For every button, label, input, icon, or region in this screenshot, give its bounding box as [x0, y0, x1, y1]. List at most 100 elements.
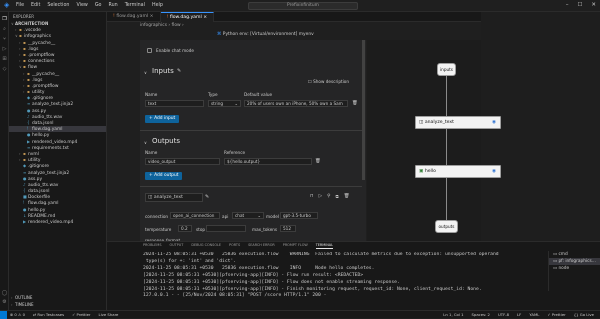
status-item[interactable]: ⊗ 0 ⚠ 0 [10, 311, 25, 318]
status-item[interactable]: ⇄ Run Testcases [33, 311, 64, 318]
api-select[interactable]: chat ⌄ [232, 212, 264, 219]
add-output-button[interactable]: + Add output [145, 172, 183, 180]
terminal-output[interactable]: 2024-11-25 08:05:31 +0530 25836 executio… [143, 252, 548, 310]
terminal-name: pf: infographics... [558, 259, 596, 264]
node-name-field[interactable]: ◫ analyze_text [145, 193, 203, 202]
graph-node-analyze-text[interactable]: ◫ analyze_text ◉ [415, 116, 501, 129]
terminal-instance[interactable]: ▭ cmd [549, 251, 600, 258]
panel-tab-search-error[interactable]: SEARCH ERROR [248, 242, 275, 249]
status-item[interactable]: Live Share [98, 311, 118, 318]
flow-graph-canvas[interactable]: inputs ◫ analyze_text ◉ ▣ hello ◉ outputs [367, 40, 501, 241]
terminal-instance[interactable]: ▭ pf: infographics... [549, 258, 600, 265]
command-center-search[interactable]: Prefixinfinitum [248, 2, 358, 10]
inputs-collapse-icon[interactable]: ∨ [144, 70, 147, 75]
panel-tab-prompt-flow[interactable]: PROMPT FLOW [283, 242, 308, 249]
timeline-section[interactable]: › TIMELINE [9, 302, 106, 308]
form-scrollbar[interactable] [362, 40, 365, 180]
menu-item-edit[interactable]: Edit [31, 3, 40, 8]
api-value: chat [235, 213, 245, 218]
prompt-flow-icon[interactable]: ◇ [0, 66, 9, 72]
status-item[interactable]: UTF-8 [498, 311, 509, 318]
output-name-field[interactable]: video_output [145, 158, 220, 165]
delete-output-icon[interactable]: 🗑 [315, 159, 321, 164]
breadcrumb: infographics › flow › [140, 23, 184, 28]
model-field[interactable]: gpt-3.5-turbo [280, 212, 318, 219]
status-item[interactable]: ✓ Prettier [72, 311, 90, 318]
status-right: Ln 1, Col 1 Spaces: 2 UTF-8 LF YAML ✓ Prettie… [443, 311, 594, 318]
status-item[interactable]: Spaces: 2 [472, 311, 490, 318]
tree-item-label: __pycache__ [32, 71, 60, 77]
tree-item-label: ass.py [32, 108, 47, 114]
menu-item-selection[interactable]: Selection [47, 3, 69, 8]
run-node-icon[interactable]: ▷ [319, 194, 323, 200]
tree-item-label: infographics [24, 34, 52, 40]
status-item[interactable]: {} Go Live [574, 311, 594, 318]
panel-tab-terminal[interactable]: TERMINAL [315, 242, 333, 249]
explorer-icon[interactable]: ❐ [0, 16, 9, 22]
input-default-field[interactable]: 20% of users own an iPhone, 50% own a Sa… [244, 100, 348, 107]
menu-item-view[interactable]: View [76, 3, 87, 8]
extensions-icon[interactable]: ⊞ [0, 56, 9, 62]
inputs-title: Inputs [152, 67, 174, 75]
tab-label: flow.dag.yaml [116, 14, 149, 19]
editor-tab[interactable]: ! flow.dag.yaml × [107, 12, 161, 22]
menu-item-run[interactable]: Run [108, 3, 117, 8]
temperature-label: temperature [145, 227, 172, 232]
graph-node-inputs[interactable]: inputs [437, 63, 456, 76]
input-name-field[interactable]: text [145, 100, 204, 107]
copy-node-icon[interactable]: ⧉ [336, 194, 339, 200]
debug-node-icon[interactable]: ⚲ [327, 194, 330, 200]
menu-item-help[interactable]: Help [152, 3, 163, 8]
close-icon[interactable]: ✕ [591, 2, 596, 8]
outline-section[interactable]: › OUTLINE [9, 295, 106, 301]
hello-node-label: hello [424, 169, 436, 174]
delete-node-icon[interactable]: 🗑 [344, 194, 350, 200]
show-description-toggle[interactable]: ☐ Show description [308, 79, 349, 84]
minimize-icon[interactable]: – [566, 2, 569, 8]
bookmark-icon[interactable]: ⊓ [310, 194, 314, 200]
panel-tab-ports[interactable]: PORTS [229, 242, 240, 249]
run-debug-icon[interactable]: ▷ [0, 46, 9, 52]
graph-node-hello[interactable]: ▣ hello ◉ [415, 165, 501, 178]
edit-node-icon[interactable]: ✎ [205, 194, 209, 200]
activity-bar: ❐ ⌕ ⑂ ▷ ⊞ ◇ ◯ ⚙ [0, 12, 9, 310]
add-input-button[interactable]: + Add input [145, 115, 180, 123]
input-type-value: string [211, 101, 224, 106]
max-tokens-field[interactable]: 512 [280, 225, 296, 232]
panel-tab-output[interactable]: OUTPUT [170, 242, 184, 249]
account-icon[interactable]: ◯ [0, 290, 9, 296]
chevron-down-icon: ⌄ [234, 101, 238, 106]
close-tab-icon[interactable]: × [148, 14, 154, 19]
settings-gear-icon[interactable]: ⚙ [0, 299, 9, 305]
menu-item-go[interactable]: Go [95, 3, 102, 8]
source-control-icon[interactable]: ⑂ [0, 36, 9, 42]
edit-pencil-icon[interactable]: ✎ [177, 68, 181, 74]
terminal-instance[interactable]: ▭ node [549, 265, 600, 272]
menu-item-terminal[interactable]: Terminal [125, 3, 145, 8]
tree-item-label: hello.py [32, 133, 50, 139]
maximize-icon[interactable]: ☐ [577, 2, 582, 8]
input-type-select[interactable]: string ⌄ [208, 100, 241, 107]
status-item[interactable]: YAML [529, 311, 539, 318]
graph-node-outputs[interactable]: outputs [435, 220, 458, 233]
status-item[interactable]: LF [517, 311, 521, 318]
outputs-collapse-icon[interactable]: ∨ [144, 140, 147, 145]
close-tab-icon[interactable]: × [202, 15, 207, 20]
status-item[interactable]: ✓ Prettier [547, 311, 565, 318]
stop-field[interactable] [206, 225, 246, 232]
search-icon[interactable]: ⌕ [0, 26, 9, 32]
chat-mode-checkbox[interactable] [147, 48, 152, 53]
tree-item[interactable]: ▶ rendered_video.mp4 [9, 219, 106, 225]
menu-item-file[interactable]: File [16, 3, 24, 8]
output-reference-field[interactable]: ${hello.output} [224, 158, 312, 165]
editor-tab[interactable]: ! flow.dag.yaml × [160, 12, 215, 22]
outputs-title: Outputs [152, 137, 180, 145]
temperature-field[interactable]: 0.2 [178, 225, 192, 232]
panel-tab-problems[interactable]: PROBLEMS [143, 242, 162, 249]
panel-tab-debug-console[interactable]: DEBUG CONSOLE [191, 242, 221, 249]
delete-input-icon[interactable]: 🗑 [352, 101, 358, 106]
terminal-name: node [558, 266, 570, 271]
status-item[interactable]: Ln 1, Col 1 [443, 311, 463, 318]
connection-select[interactable]: open_ai_connection [170, 212, 220, 219]
python-env-selector[interactable]: ⌘ Python env: [Virtual/environment] myen… [217, 31, 367, 39]
